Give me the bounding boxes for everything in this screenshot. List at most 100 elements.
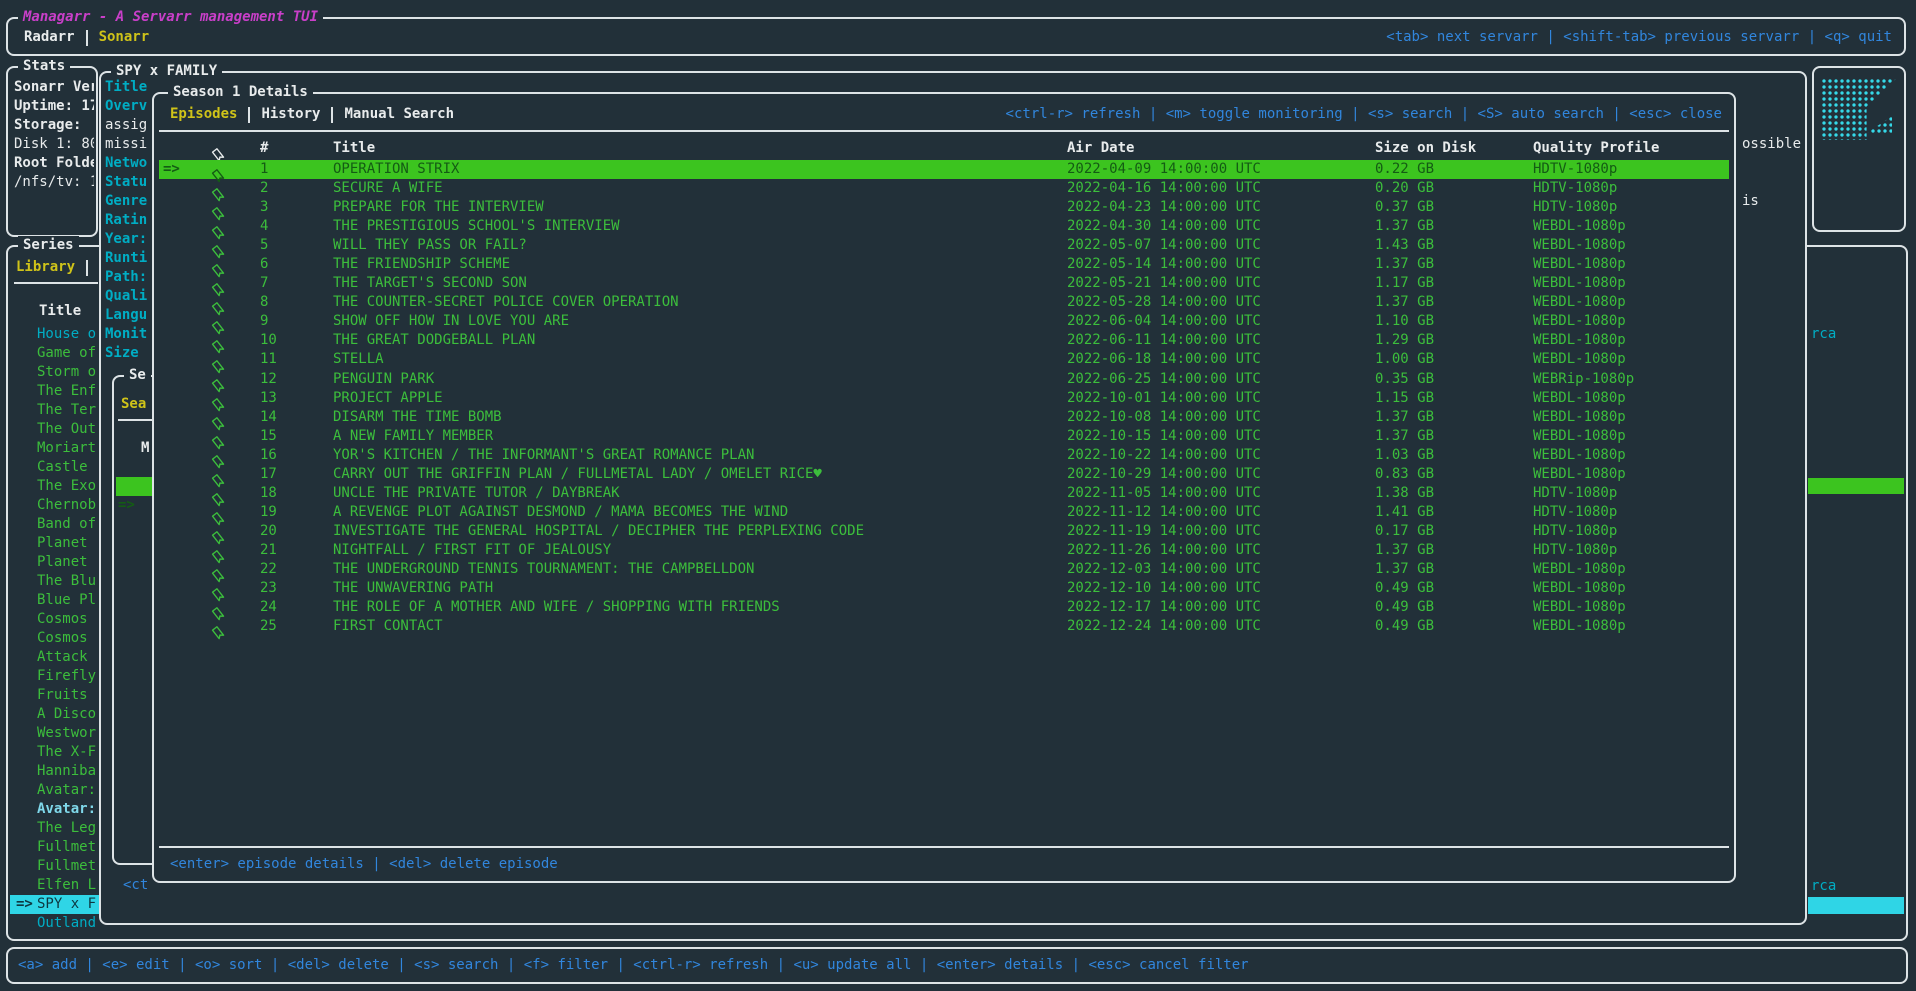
episode-size: 1.37 GB	[1375, 427, 1533, 446]
series-item[interactable]: Band of	[10, 515, 102, 534]
series-item[interactable]: Blue Pl	[10, 591, 102, 610]
series-detail-field: Netwo	[105, 154, 153, 173]
episode-row[interactable]: 10THE GREAT DODGEBALL PLAN2022-06-11 14:…	[159, 331, 1729, 350]
tabs-underline	[159, 130, 1729, 132]
episode-row[interactable]: 4THE PRESTIGIOUS SCHOOL'S INTERVIEW2022-…	[159, 217, 1729, 236]
series-title: Game of	[37, 344, 96, 363]
episode-row[interactable]: 16YOR'S KITCHEN / THE INFORMANT'S GREAT …	[159, 446, 1729, 465]
episode-number: 11	[260, 350, 333, 369]
episode-row[interactable]: 11STELLA2022-06-18 14:00:00 UTC1.00 GBWE…	[159, 350, 1729, 369]
series-item[interactable]: Chernob	[10, 496, 102, 515]
series-item[interactable]: Castle	[10, 458, 102, 477]
series-item[interactable]: The Exo	[10, 477, 102, 496]
episode-row[interactable]: 14DISARM THE TIME BOMB2022-10-08 14:00:0…	[159, 408, 1729, 427]
series-item[interactable]: Fullmet	[10, 838, 102, 857]
series-item[interactable]: Elfen L	[10, 876, 102, 895]
episode-row[interactable]: 18UNCLE THE PRIVATE TUTOR / DAYBREAK2022…	[159, 484, 1729, 503]
episode-row[interactable]: 15A NEW FAMILY MEMBER2022-10-15 14:00:00…	[159, 427, 1729, 446]
series-item[interactable]: The Enf	[10, 382, 102, 401]
series-item[interactable]: Attack	[10, 648, 102, 667]
tab-separator	[331, 107, 333, 123]
series-item[interactable]: Storm o	[10, 363, 102, 382]
episode-row[interactable]: 9SHOW OFF HOW IN LOVE YOU ARE2022-06-04 …	[159, 312, 1729, 331]
series-item[interactable]: Fullmet	[10, 857, 102, 876]
servarr-tab-sonarr[interactable]: Sonarr	[99, 28, 150, 47]
episode-row[interactable]: 19A REVENGE PLOT AGAINST DESMOND / MAMA …	[159, 503, 1729, 522]
episode-row[interactable]: 20INVESTIGATE THE GENERAL HOSPITAL / DEC…	[159, 522, 1729, 541]
stats-line: Uptime: 17	[14, 97, 94, 116]
episode-row[interactable]: 13PROJECT APPLE2022-10-01 14:00:00 UTC1.…	[159, 389, 1729, 408]
season-details-keybind-help: <ctrl-r> refresh | <m> toggle monitoring…	[1006, 105, 1722, 124]
series-item[interactable]: Cosmos	[10, 629, 102, 648]
episode-number: 3	[260, 198, 333, 217]
episode-row[interactable]: 2SECURE A WIFE2022-04-16 14:00:00 UTC0.2…	[159, 179, 1729, 198]
episode-number: 1	[260, 160, 333, 179]
series-item[interactable]: The Blu	[10, 572, 102, 591]
series-item[interactable]: House o	[10, 325, 102, 344]
series-item[interactable]: =>SPY x F	[10, 895, 102, 914]
series-item[interactable]: Avatar:	[10, 800, 102, 819]
episode-air-date: 2022-10-29 14:00:00 UTC	[1067, 465, 1375, 484]
episode-quality: HDTV-1080p	[1533, 160, 1723, 179]
series-item[interactable]: Fruits	[10, 686, 102, 705]
episode-title: THE FRIENDSHIP SCHEME	[333, 255, 1067, 274]
episode-row[interactable]: 23THE UNWAVERING PATH2022-12-10 14:00:00…	[159, 579, 1729, 598]
occluded-highlight-fragment-cyan	[1808, 897, 1904, 914]
servarr-tab-radarr[interactable]: Radarr	[24, 28, 75, 47]
episode-row[interactable]: 8THE COUNTER-SECRET POLICE COVER OPERATI…	[159, 293, 1729, 312]
episode-row[interactable]: 24THE ROLE OF A MOTHER AND WIFE / SHOPPI…	[159, 598, 1729, 617]
episode-row[interactable]: 7THE TARGET'S SECOND SON2022-05-21 14:00…	[159, 274, 1729, 293]
series-item[interactable]: Planet	[10, 553, 102, 572]
episode-number: 13	[260, 389, 333, 408]
series-item[interactable]: The Out	[10, 420, 102, 439]
episode-number: 22	[260, 560, 333, 579]
episode-title: UNCLE THE PRIVATE TUTOR / DAYBREAK	[333, 484, 1067, 503]
seasons-tab[interactable]: Sea	[121, 395, 146, 414]
episode-number: 17	[260, 465, 333, 484]
episode-air-date: 2022-04-16 14:00:00 UTC	[1067, 179, 1375, 198]
episode-row[interactable]: 22THE UNDERGROUND TENNIS TOURNAMENT: THE…	[159, 560, 1729, 579]
series-item[interactable]: Hanniba	[10, 762, 102, 781]
series-item[interactable]: Firefly	[10, 667, 102, 686]
tab-manual-search[interactable]: Manual Search	[344, 105, 454, 124]
episode-row[interactable]: 25FIRST CONTACT2022-12-24 14:00:00 UTC0.…	[159, 617, 1729, 636]
bottom-keybind-help: <a> add | <e> edit | <o> sort | <del> de…	[18, 956, 1249, 975]
series-title: A Disco	[37, 705, 96, 724]
episode-title: DISARM THE TIME BOMB	[333, 408, 1067, 427]
series-item[interactable]: Planet	[10, 534, 102, 553]
episode-title: THE UNWAVERING PATH	[333, 579, 1067, 598]
episode-title: THE TARGET'S SECOND SON	[333, 274, 1067, 293]
series-item[interactable]: The Ter	[10, 401, 102, 420]
tab-history[interactable]: History	[261, 105, 320, 124]
episode-title: STELLA	[333, 350, 1067, 369]
episode-air-date: 2022-05-21 14:00:00 UTC	[1067, 274, 1375, 293]
stats-line: Disk 1: 80	[14, 135, 94, 154]
series-item[interactable]: The Leg	[10, 819, 102, 838]
episode-size: 1.03 GB	[1375, 446, 1533, 465]
episode-row[interactable]: 12PENGUIN PARK2022-06-25 14:00:00 UTC0.3…	[159, 370, 1729, 389]
episode-number: 15	[260, 427, 333, 446]
library-tab[interactable]: Library	[16, 258, 99, 277]
series-item[interactable]: The X-F	[10, 743, 102, 762]
series-item[interactable]: Game of	[10, 344, 102, 363]
episode-row[interactable]: 3PREPARE FOR THE INTERVIEW2022-04-23 14:…	[159, 198, 1729, 217]
episode-row[interactable]: 6THE FRIENDSHIP SCHEME2022-05-14 14:00:0…	[159, 255, 1729, 274]
series-item[interactable]: Westwor	[10, 724, 102, 743]
tab-episodes[interactable]: Episodes	[170, 105, 237, 124]
series-item[interactable]: Moriart	[10, 439, 102, 458]
episode-row[interactable]: 5WILL THEY PASS OR FAIL?2022-05-07 14:00…	[159, 236, 1729, 255]
series-item[interactable]: Outland	[10, 914, 102, 933]
series-title: Moriart	[37, 439, 96, 458]
series-item[interactable]: Avatar:	[10, 781, 102, 800]
episode-quality: HDTV-1080p	[1533, 503, 1723, 522]
library-tab-label[interactable]: Library	[16, 258, 75, 277]
episode-row[interactable]: 17CARRY OUT THE GRIFFIN PLAN / FULLMETAL…	[159, 465, 1729, 484]
episode-row[interactable]: => 1OPERATION STRIX2022-04-09 14:00:00 U…	[159, 160, 1729, 179]
episode-air-date: 2022-10-08 14:00:00 UTC	[1067, 408, 1375, 427]
series-item[interactable]: A Disco	[10, 705, 102, 724]
series-item[interactable]: Cosmos	[10, 610, 102, 629]
episode-number: 6	[260, 255, 333, 274]
episode-number: 5	[260, 236, 333, 255]
logo-panel	[1812, 66, 1906, 232]
episode-row[interactable]: 21NIGHTFALL / FIRST FIT OF JEALOUSY2022-…	[159, 541, 1729, 560]
